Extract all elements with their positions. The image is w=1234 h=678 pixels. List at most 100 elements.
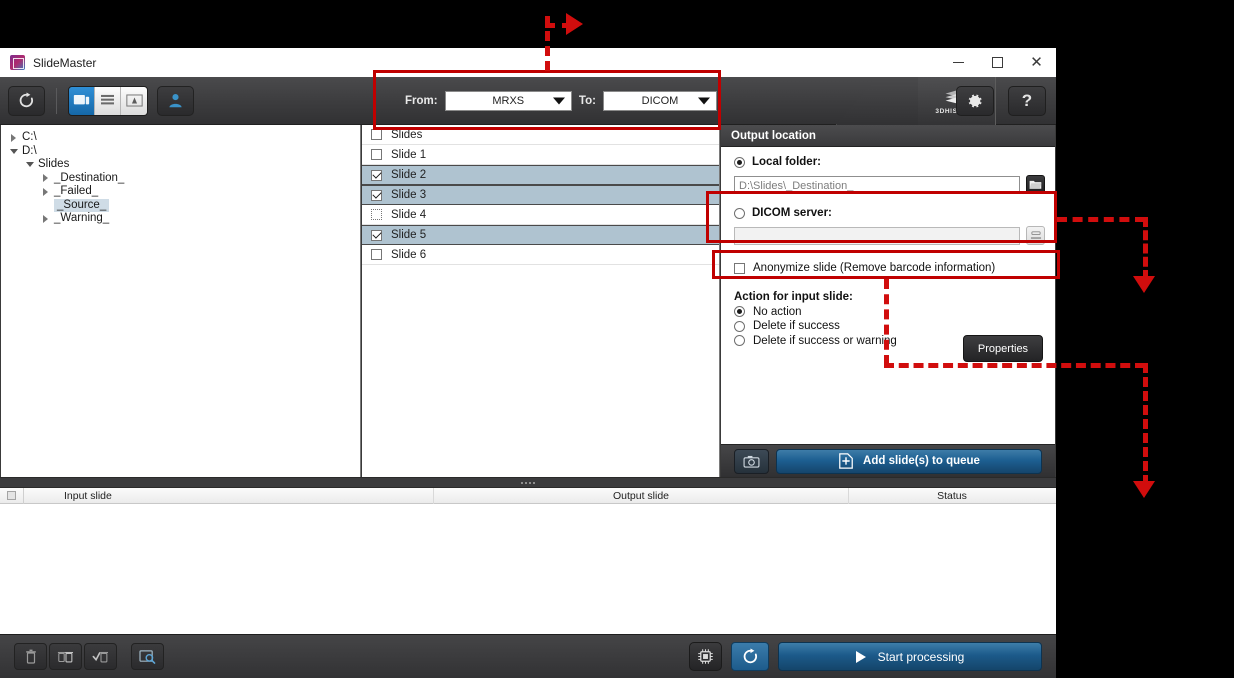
browse-folder-button[interactable] [1026,175,1045,194]
local-folder-input[interactable]: D:\Slides\_Destination_ [734,175,1020,194]
slide-checkbox-checked[interactable] [371,229,382,241]
view-mode-group [68,85,148,116]
minimize-button[interactable] [939,48,978,77]
dicom-browse-button[interactable] [1026,226,1045,245]
slide-checkbox-checked[interactable] [371,169,382,181]
slide-list-item[interactable]: Slides [362,125,719,145]
action-delete-if-success[interactable]: Delete if success [721,320,1055,332]
local-folder-radio[interactable] [734,156,745,168]
view-mode-list-button[interactable] [95,86,121,115]
properties-label: Properties [977,342,1029,355]
dicom-server-radio[interactable] [734,207,745,219]
tree-item-source[interactable]: _Source_ [7,198,360,212]
refresh-button[interactable] [8,85,45,116]
queue-column-input-slide[interactable]: Input slide [24,487,434,504]
slide-list-panel[interactable]: Slides Slide 1 Slide 2 Slide 3 Slide 4 S… [362,125,720,477]
user-button[interactable] [157,85,194,116]
slide-list-item[interactable]: Slide 1 [362,145,719,165]
tree-item-warning[interactable]: _Warning_ [7,212,360,226]
from-format-dropdown[interactable]: MRXS [444,91,572,111]
splitter-grip-dot [533,481,535,484]
help-button[interactable]: ? [1008,86,1046,116]
add-slides-to-queue-label: Add slide(s) to queue [863,455,980,467]
tree-item-label: C:\ [22,131,37,143]
tree-item-destination[interactable]: _Destination_ [7,172,360,186]
dicom-server-input[interactable] [734,226,1020,245]
settings-button[interactable] [956,86,994,116]
expander-expanded-icon[interactable] [25,160,34,169]
expander-collapsed-icon[interactable] [41,174,50,183]
tree-item-slides[interactable]: Slides [7,158,360,172]
queue-column-status[interactable]: Status [849,488,1055,504]
dicom-server-label: DICOM server: [752,207,832,219]
view-mode-local-button[interactable] [69,86,95,115]
delete-all-button[interactable] [49,643,82,670]
slide-checkbox[interactable] [371,209,382,220]
from-format-value: MRXS [492,95,525,107]
maximize-button[interactable] [978,48,1017,77]
close-icon: ✕ [1030,54,1043,71]
output-settings-panel: Output location Local folder: D:\Slides\… [721,125,1055,477]
slide-checkbox-checked[interactable] [371,189,382,201]
refresh-queue-button[interactable] [731,642,769,671]
to-format-dropdown[interactable]: DICOM [602,91,717,111]
slide-label: Slide 6 [391,248,427,261]
queue-select-all-cell[interactable] [0,487,24,504]
queue-column-output-slide[interactable]: Output slide [434,487,849,504]
action-no-action[interactable]: No action [721,306,1055,318]
action-label: No action [753,305,802,318]
start-processing-button[interactable]: Start processing [778,642,1042,671]
camera-button[interactable] [734,448,769,474]
output-panel-footer: Add slide(s) to queue [721,444,1055,477]
expander-collapsed-icon[interactable] [41,187,50,196]
view-mode-scanner-button[interactable] [121,86,147,115]
local-folder-radio-row[interactable]: Local folder: [721,147,1055,168]
slide-checkbox[interactable] [371,149,382,160]
annotation-arrowhead-1 [1133,276,1155,293]
slide-label: Slide 4 [391,208,427,221]
tree-item-label-selected: _Source_ [54,198,110,212]
slide-checkbox[interactable] [371,249,382,260]
anonymize-row[interactable]: Anonymize slide (Remove barcode informat… [721,245,1055,274]
dicom-server-radio-row[interactable]: DICOM server: [721,194,1055,219]
camera-icon [743,455,760,468]
folder-tree: C:\ D:\ Slides _Destination_ _Failed_ _S… [1,125,360,226]
action-radio[interactable] [734,306,745,317]
slide-list-item[interactable]: Slide 3 [362,185,719,205]
properties-button[interactable]: Properties [963,335,1043,362]
queue-action-group [14,643,166,670]
delete-completed-button[interactable] [84,643,117,670]
window-title: SlideMaster [33,55,97,70]
bottom-toolbar: Start processing [0,634,1056,678]
delete-all-icon [57,651,73,662]
select-all-checkbox[interactable] [7,491,16,500]
splitter-grip-dot [525,481,527,484]
tree-item-c-drive[interactable]: C:\ [7,131,360,145]
delete-selected-button[interactable] [14,643,47,670]
annotation-arrowhead-2 [1133,481,1155,498]
action-radio[interactable] [734,335,745,346]
action-radio[interactable] [734,320,745,332]
slide-list-item[interactable]: Slide 5 [362,225,719,245]
gear-icon [968,94,982,108]
tree-item-failed[interactable]: _Failed_ [7,185,360,199]
slide-list-item[interactable]: Slide 2 [362,165,719,185]
folder-icon [1029,180,1042,189]
folder-tree-panel[interactable]: C:\ D:\ Slides _Destination_ _Failed_ _S… [1,125,361,477]
anonymize-checkbox[interactable] [734,262,745,274]
panel-splitter[interactable] [0,477,1056,488]
slide-checkbox[interactable] [371,129,382,140]
server-icon [1030,231,1041,239]
slide-list-item[interactable]: Slide 4 [362,205,719,225]
tree-item-d-drive[interactable]: D:\ [7,145,360,159]
local-folder-label: Local folder: [752,156,822,168]
slide-list-item[interactable]: Slide 6 [362,245,719,265]
expander-collapsed-icon[interactable] [41,214,50,223]
add-slides-to-queue-button[interactable]: Add slide(s) to queue [776,448,1042,474]
preview-slide-button[interactable] [131,643,164,670]
close-button[interactable]: ✕ [1017,48,1056,77]
tree-item-label: _Warning_ [54,212,110,224]
expander-expanded-icon[interactable] [9,147,18,156]
cpu-settings-button[interactable] [689,642,722,671]
expander-collapsed-icon[interactable] [9,133,18,142]
